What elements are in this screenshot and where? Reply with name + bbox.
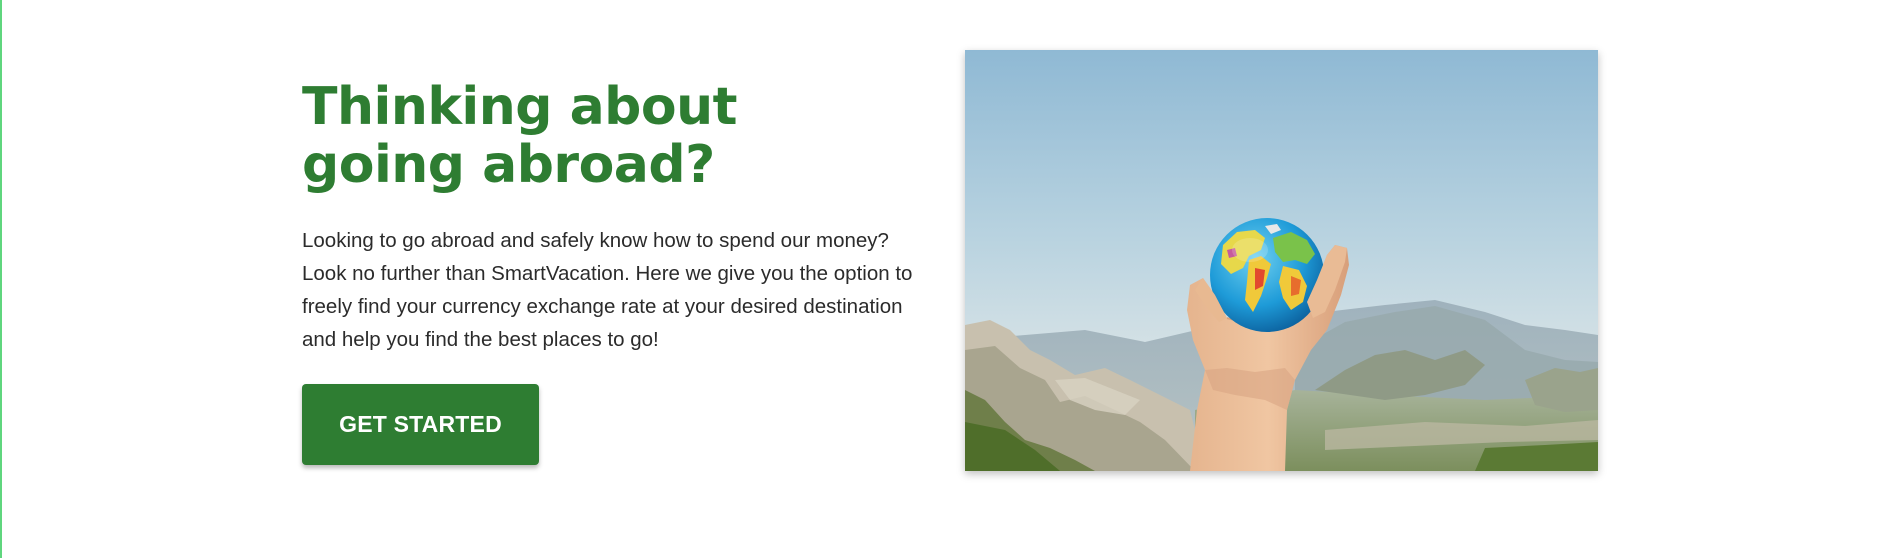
hero-headline: Thinking about going abroad? xyxy=(302,77,738,195)
hero-photo xyxy=(965,50,1598,471)
hand-holding-globe-icon xyxy=(965,50,1598,471)
hero-text: Thinking about going abroad? Looking to … xyxy=(302,78,942,356)
get-started-button[interactable]: GET STARTED xyxy=(302,384,539,465)
hero-section: Thinking about going abroad? Looking to … xyxy=(2,0,1894,558)
hero-description: Looking to go abroad and safely know how… xyxy=(302,229,913,351)
